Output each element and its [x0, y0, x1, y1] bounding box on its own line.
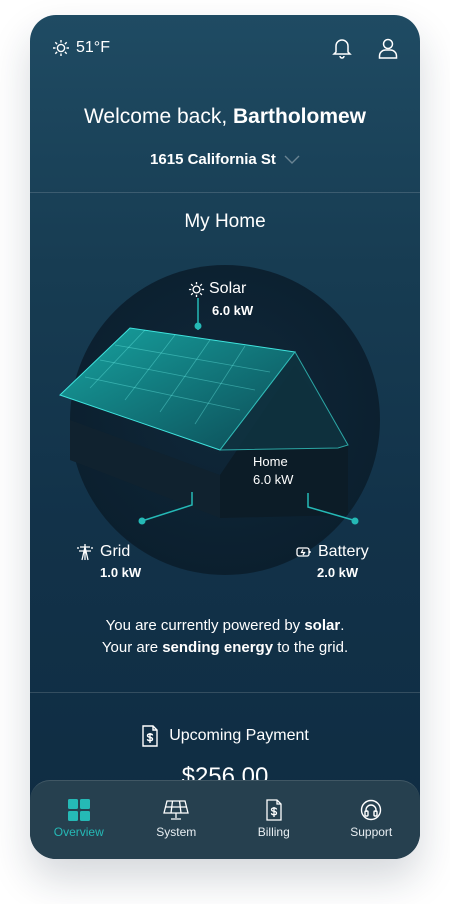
- tab-system[interactable]: System: [128, 781, 226, 859]
- battery-icon: [296, 547, 311, 557]
- user-icon[interactable]: [378, 37, 398, 59]
- weather: 51°F: [52, 39, 110, 57]
- tab-billing[interactable]: Billing: [225, 781, 323, 859]
- sun-icon: [188, 281, 205, 297]
- battery-label: Battery: [296, 543, 369, 561]
- tab-system-label: System: [156, 825, 197, 839]
- solar-name: Solar: [209, 280, 247, 297]
- status-line1-prefix: You are currently powered by: [105, 617, 305, 634]
- divider: [30, 692, 420, 693]
- grid-name: Grid: [100, 543, 131, 560]
- power-tower-icon: [77, 544, 93, 561]
- payment-label: Upcoming Payment: [169, 727, 309, 744]
- energy-status-text: You are currently powered by solar. Your…: [30, 615, 420, 659]
- welcome-heading: Welcome back, Bartholomew: [30, 105, 420, 129]
- bill-icon: [142, 725, 158, 747]
- status-line2-suffix: to the grid.: [273, 639, 349, 656]
- status-line2-prefix: Your are: [101, 639, 163, 656]
- bell-icon[interactable]: [332, 37, 352, 59]
- status-line2-bold: sending energy: [162, 639, 274, 656]
- phone-screen: 51°F Welcome back, Bartholomew 1615 Cali…: [30, 15, 420, 859]
- tab-overview-label: Overview: [53, 825, 104, 839]
- tab-billing-label: Billing: [257, 825, 290, 839]
- status-line1-bold: solar: [304, 617, 341, 634]
- battery-name: Battery: [318, 543, 369, 560]
- home-energy-scene: Solar 6.0 kW Home 6.0 kW Grid 1.0 kW Bat…: [30, 260, 420, 600]
- bill-icon: [266, 799, 282, 821]
- grid-value: 1.0 kW: [100, 565, 142, 580]
- sun-icon: [53, 40, 69, 56]
- tab-overview[interactable]: Overview: [30, 781, 128, 859]
- grid-label: Grid: [76, 543, 130, 561]
- tab-support-label: Support: [350, 825, 393, 839]
- home-value: 6.0 kW: [253, 472, 294, 487]
- battery-value: 2.0 kW: [317, 565, 359, 580]
- tab-support[interactable]: Support: [323, 781, 421, 859]
- bottom-tab-bar: Overview System Billing Support: [30, 780, 420, 859]
- temperature: 51°F: [76, 39, 110, 56]
- home-name: Home: [253, 454, 288, 469]
- address-selector[interactable]: 1615 California St: [30, 151, 420, 168]
- headset-icon: [361, 799, 382, 821]
- address-label: 1615 California St: [150, 151, 276, 168]
- section-title: My Home: [184, 211, 266, 232]
- welcome-prefix: Welcome back,: [83, 105, 228, 128]
- solar-label: Solar: [188, 280, 246, 298]
- status-line1-suffix: .: [340, 617, 345, 634]
- solar-panel-icon: [163, 800, 190, 820]
- grid-icon: [67, 799, 90, 821]
- divider: [30, 192, 420, 193]
- user-name: Bartholomew: [233, 105, 367, 128]
- upcoming-payment[interactable]: Upcoming Payment: [30, 725, 420, 747]
- solar-value: 6.0 kW: [212, 303, 254, 318]
- chevron-down-icon: [284, 155, 300, 164]
